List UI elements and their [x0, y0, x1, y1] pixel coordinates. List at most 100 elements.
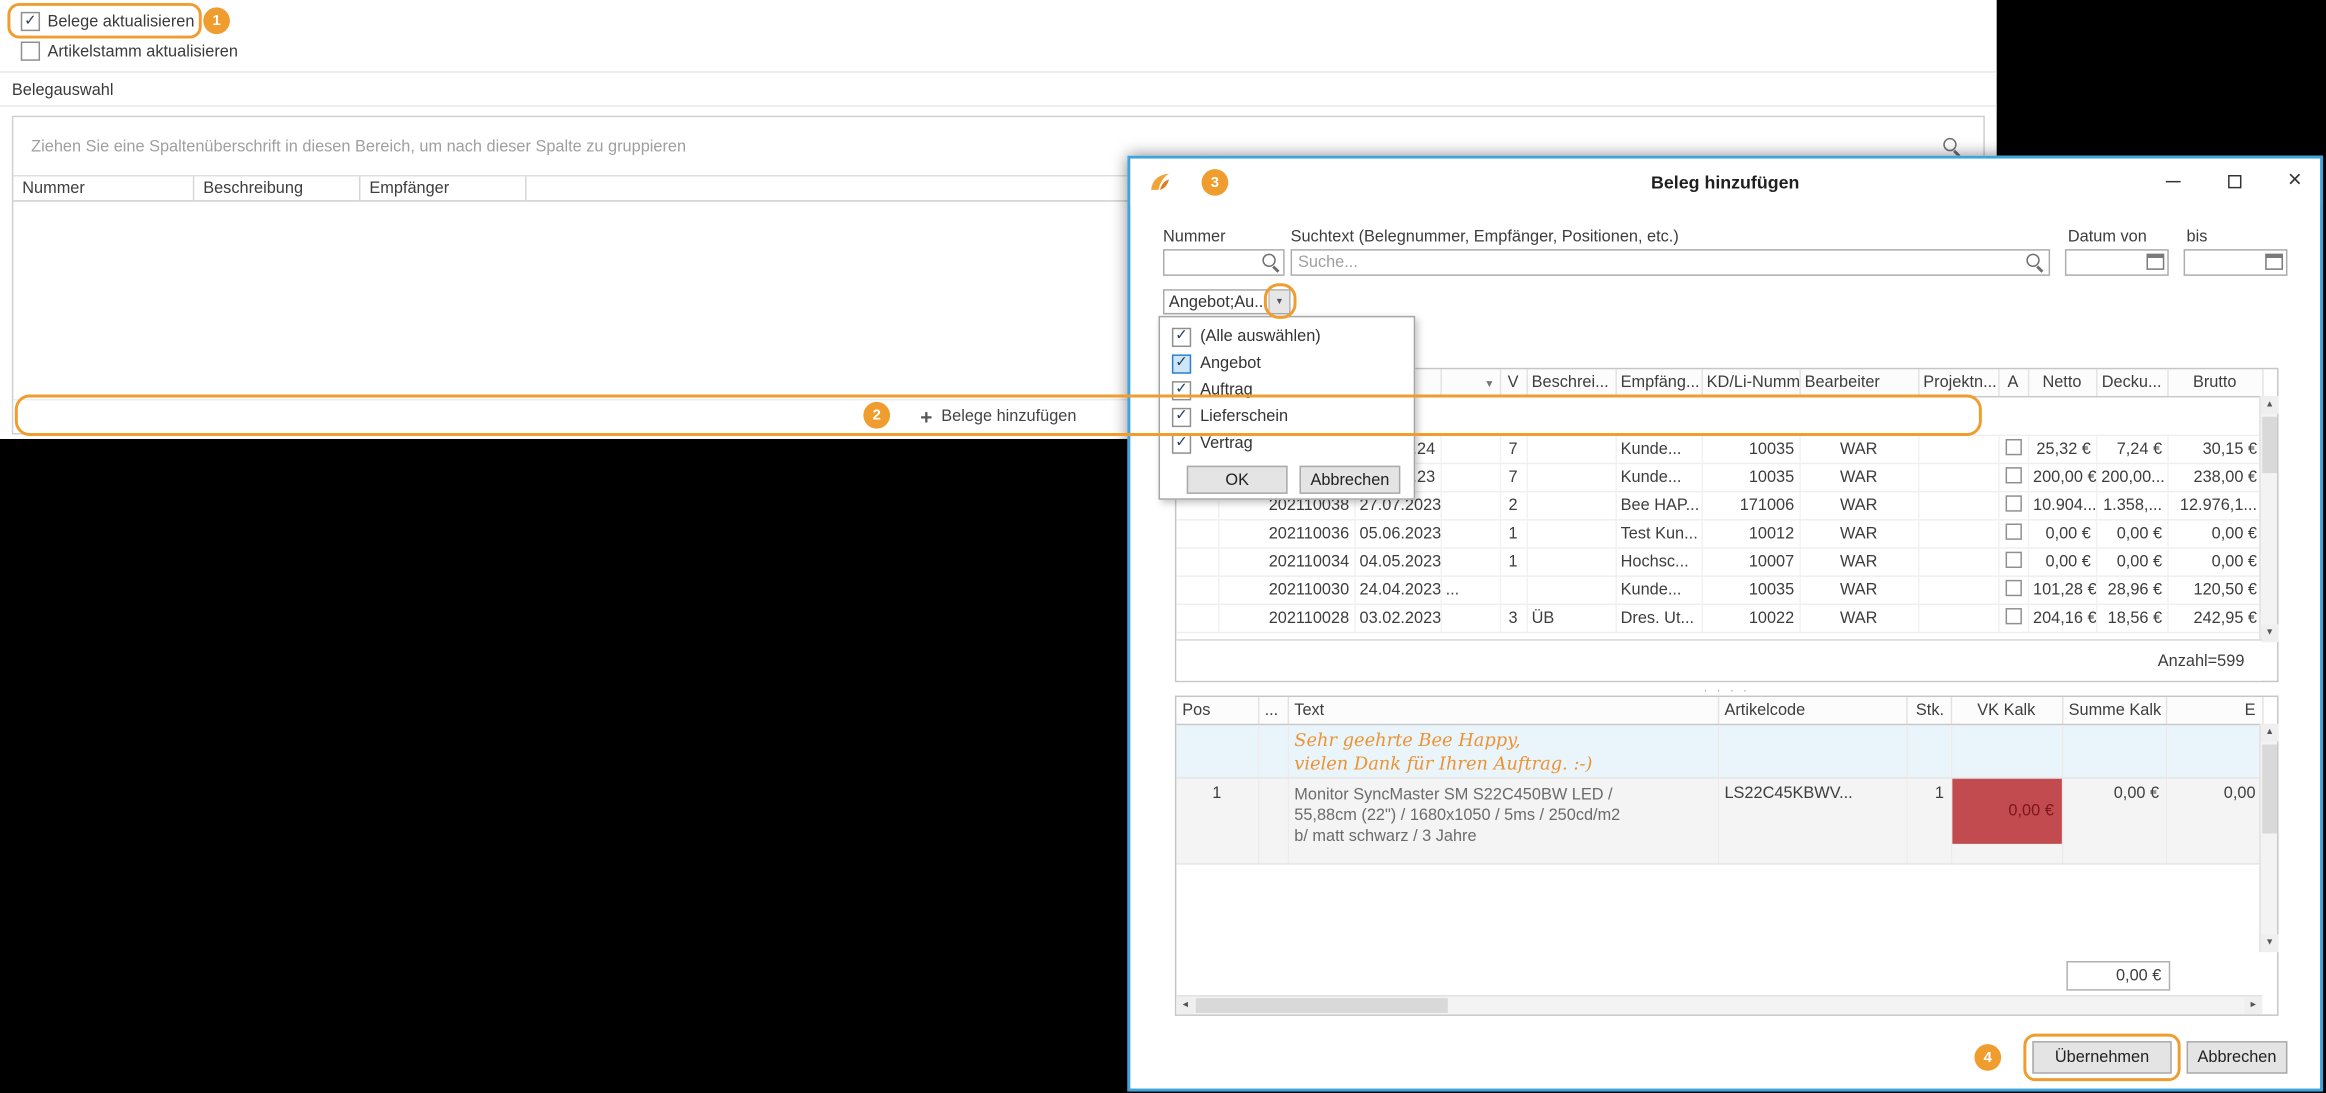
checkbox-checked-icon[interactable]: ✓ [1172, 407, 1191, 426]
scroll-down-button[interactable]: ▼ [2261, 624, 2279, 642]
abbrechen-button[interactable]: Abbrechen [2187, 1041, 2288, 1074]
close-button[interactable]: × [2276, 165, 2315, 198]
row-select-checkbox[interactable] [2005, 551, 2021, 567]
checkbox-checked-icon[interactable]: ✓ [21, 12, 40, 31]
beleg-row[interactable]: 202110034 04.05.2023 1 Hochsc... 10007 W… [1176, 547, 2262, 575]
filter-option-alle[interactable]: ✓ (Alle auswählen) [1160, 323, 1414, 350]
checkbox-unchecked-icon[interactable] [21, 42, 40, 61]
beleg-row[interactable]: 202110030 24.04.2023 ... Kunde... 10035 … [1176, 575, 2262, 603]
item-text-line: b/ matt schwarz / 3 Jahre [1294, 825, 1711, 846]
scroll-down-button[interactable]: ▼ [2261, 934, 2279, 952]
scrollbar-thumb[interactable] [2262, 744, 2277, 833]
belegart-filter-dropdown[interactable]: Angebot;Au... ▼ [1163, 289, 1291, 314]
column-header-vk-kalk[interactable]: VK Kalk [1951, 697, 2062, 724]
cell-nummer: 202110030 [1218, 575, 1354, 603]
column-header-empfaenger[interactable]: Empfänger [360, 176, 526, 200]
column-header-empfaenger[interactable]: Empfäng... [1615, 369, 1701, 396]
checkbox-checked-icon[interactable]: ✓ [1172, 380, 1191, 399]
filter-option-label: Lieferschein [1200, 408, 1288, 426]
search-icon[interactable] [1942, 136, 1963, 157]
calendar-icon[interactable] [2147, 254, 2165, 270]
cell-beschreibung [1526, 519, 1615, 547]
check-icon: ✓ [24, 14, 36, 29]
popup-cancel-button[interactable]: Abbrechen [1299, 466, 1400, 494]
position-message-row[interactable]: Sehr geehrte Bee Happy, vielen Dank für … [1176, 724, 2262, 777]
cell-bearbeiter: WAR [1799, 463, 1918, 491]
column-header-stk[interactable]: Stk. [1906, 697, 1951, 724]
beleg-row[interactable]: 202110028 03.02.2023 3 ÜB Dres. Ut... 10… [1176, 604, 2262, 632]
cell-projekt [1918, 604, 1998, 632]
row-select-checkbox[interactable] [2005, 495, 2021, 511]
checkbox-checked-icon[interactable]: ✓ [1172, 327, 1191, 346]
cell-datum: 04.05.2023 [1354, 547, 1440, 575]
beleg-hinzufuegen-dialog: 3 Beleg hinzufügen × Nummer Suchtext (Be… [1127, 156, 2323, 1092]
column-header-nummer[interactable]: Nummer [13, 176, 194, 200]
scrollbar-thumb[interactable] [1196, 998, 1448, 1013]
artikelstamm-aktualisieren-checkbox[interactable]: Artikelstamm aktualisieren [21, 42, 238, 61]
row-select-checkbox[interactable] [2005, 438, 2021, 454]
column-header-pos[interactable]: Pos [1176, 697, 1258, 724]
belegart-filter-value: Angebot;Au... [1164, 291, 1268, 313]
row-select-checkbox[interactable] [2005, 579, 2021, 595]
column-header-bearbeiter[interactable]: Bearbeiter [1799, 369, 1918, 396]
popup-ok-button[interactable]: OK [1187, 466, 1288, 494]
column-header-netto[interactable]: Netto [2028, 369, 2096, 396]
item-text-line: 55,88cm (22") / 1680x1050 / 5ms / 250cd/… [1294, 805, 1711, 826]
cell-bearbeiter: WAR [1799, 491, 1918, 519]
maximize-button[interactable] [2215, 165, 2254, 198]
dropdown-arrow-icon[interactable]: ▼ [1268, 291, 1289, 313]
column-header-summe-kalk[interactable]: Summe Kalk [2062, 697, 2166, 724]
column-header-deckung[interactable]: Decku... [2096, 369, 2167, 396]
scroll-left-button[interactable]: ◄ [1176, 997, 1194, 1015]
column-header-artikelcode[interactable]: Artikelcode [1718, 697, 1906, 724]
row-count: Anzahl=599 [2158, 652, 2245, 670]
filter-option-vertrag[interactable]: ✓ Vertrag [1160, 430, 1414, 457]
column-header-dots[interactable]: ... [1258, 697, 1288, 724]
section-title: Belegauswahl [12, 82, 114, 100]
column-header-text[interactable]: Text [1288, 697, 1718, 724]
filter-option-angebot[interactable]: ✓ Angebot [1160, 350, 1414, 377]
uebernehmen-button[interactable]: Übernehmen [2032, 1041, 2171, 1074]
cell-deckung: 18,56 € [2096, 604, 2167, 632]
row-select-checkbox[interactable] [2005, 607, 2021, 623]
column-header-last[interactable]: E [2166, 697, 2262, 724]
row-select-checkbox[interactable] [2005, 466, 2021, 482]
checkbox-checked-icon[interactable]: ✓ [1172, 434, 1191, 453]
horizontal-scrollbar[interactable]: ◄ ► [1176, 995, 2262, 1014]
beleg-row[interactable]: 202110036 05.06.2023 1 Test Kun... 10012… [1176, 519, 2262, 547]
datum-von-field-wrap [2065, 249, 2169, 276]
row-select-checkbox[interactable] [2005, 523, 2021, 539]
cell-a [1998, 575, 2028, 603]
minimize-button[interactable] [2154, 165, 2193, 198]
splitter-handle[interactable]: · · · · [1175, 685, 2279, 695]
column-header-kd-li-nummer[interactable]: KD/Li-Nummer [1701, 369, 1799, 396]
filter-arrow-icon[interactable]: ▼ [1484, 380, 1494, 390]
cell-pos: 1 [1176, 777, 1258, 863]
cell [1176, 604, 1218, 632]
checkbox-checked-icon[interactable]: ✓ [1172, 354, 1191, 373]
scroll-right-button[interactable]: ► [2244, 997, 2262, 1015]
scrollbar-thumb[interactable] [2262, 417, 2277, 473]
filter-option-lieferschein[interactable]: ✓ Lieferschein [1160, 403, 1414, 430]
column-header-a[interactable]: A [1998, 369, 2028, 396]
cell-netto: 0,00 € [2028, 547, 2096, 575]
column-header-beschreibung[interactable]: Beschreibung [194, 176, 360, 200]
belege-aktualisieren-checkbox[interactable]: ✓ Belege aktualisieren [21, 12, 195, 31]
vertical-scrollbar[interactable]: ▲ ▼ [2259, 724, 2277, 952]
cell-deckung: 28,96 € [2096, 575, 2167, 603]
column-header-belegart[interactable]: ▼ [1440, 369, 1499, 396]
cell-projekt [1918, 519, 1998, 547]
dialog-titlebar[interactable]: 3 Beleg hinzufügen × [1130, 159, 2320, 206]
search-input[interactable] [1291, 249, 2051, 276]
scroll-up-button[interactable]: ▲ [2261, 724, 2279, 742]
vertical-scrollbar[interactable]: ▲ ▼ [2259, 396, 2277, 642]
column-header-brutto[interactable]: Brutto [2167, 369, 2262, 396]
column-header-beschreibung[interactable]: Beschrei... [1526, 369, 1615, 396]
scroll-up-button[interactable]: ▲ [2261, 396, 2279, 414]
filter-option-auftrag[interactable]: ✓ Auftrag [1160, 377, 1414, 404]
position-row[interactable]: 1 Monitor SyncMaster SM S22C450BW LED / … [1176, 777, 2262, 863]
column-header-projektnummer[interactable]: Projektn... [1918, 369, 1998, 396]
cell-a [1998, 491, 2028, 519]
calendar-icon[interactable] [2265, 254, 2283, 270]
column-header-v[interactable]: V [1500, 369, 1527, 396]
